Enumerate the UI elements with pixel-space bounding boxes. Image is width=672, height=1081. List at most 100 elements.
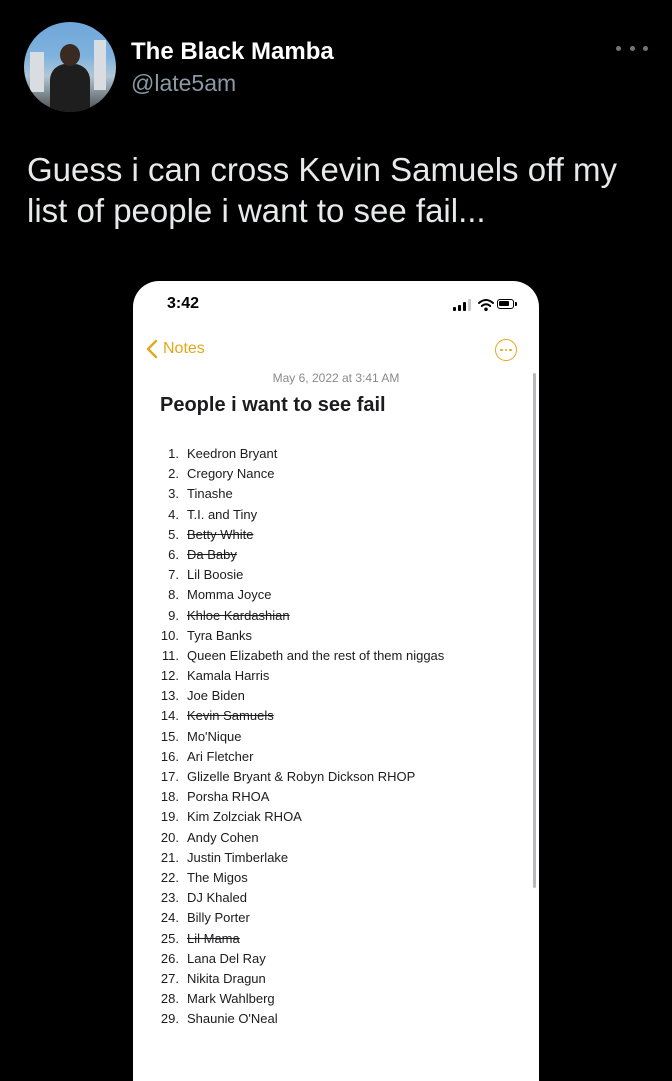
battery-nub — [515, 302, 517, 306]
battery-level — [499, 301, 509, 306]
list-item[interactable]: 5. Betty White — [153, 525, 533, 545]
list-item[interactable]: 4. T.I. and Tiny — [153, 505, 533, 525]
list-item-number: 12. — [160, 668, 179, 684]
list-item-number: 4. — [168, 506, 179, 522]
avatar-person-head — [60, 44, 80, 66]
list-item-text-struck: Kevin Samuels — [187, 708, 274, 724]
list-item-number: 20. — [160, 829, 179, 845]
list-item[interactable]: 12. Kamala Harris — [153, 666, 533, 686]
list-item-number: 23. — [160, 890, 179, 906]
status-icons — [453, 298, 517, 312]
ellipsis-horizontal-icon[interactable] — [616, 38, 648, 58]
list-item-number: 24. — [160, 910, 179, 926]
note-title[interactable]: People i want to see fail — [160, 394, 386, 417]
list-item-number: 28. — [160, 991, 179, 1007]
list-item-text: Shaunie O'Neal — [187, 1011, 278, 1027]
display-name[interactable]: The Black Mamba — [131, 38, 334, 66]
list-item[interactable]: 21. Justin Timberlake — [153, 848, 533, 868]
note-list[interactable]: 1. Keedron Bryant 2. Cregory Nance 3. Tinashe… — [153, 444, 533, 1029]
list-item-number: 5. — [168, 526, 179, 542]
list-item[interactable]: 13. Joe Biden — [153, 686, 533, 706]
list-item-text: Andy Cohen — [187, 829, 259, 845]
list-item[interactable]: 9. Khloe Kardashian — [153, 606, 533, 626]
signal-icon-bar — [468, 299, 471, 311]
avatar[interactable] — [24, 22, 116, 112]
list-item[interactable]: 7. Lil Boosie — [153, 565, 533, 585]
list-item-number: 9. — [168, 607, 179, 623]
list-item-text: Queen Elizabeth and the rest of them nig… — [187, 647, 445, 663]
list-item-number: 13. — [160, 688, 179, 704]
list-item[interactable]: 18. Porsha RHOA — [153, 787, 533, 807]
list-item-number: 18. — [160, 789, 179, 805]
list-item[interactable]: 11. Queen Elizabeth and the rest of them … — [153, 646, 533, 666]
list-item[interactable]: 22. The Migos — [153, 868, 533, 888]
list-item-text: T.I. and Tiny — [187, 506, 258, 522]
attached-screenshot[interactable]: 3:42 Notes May 6, 2022 at 3:41 AM People… — [133, 281, 539, 1081]
list-item-text: Glizelle Bryant & Robyn Dickson RHOP — [187, 769, 416, 784]
list-item-number: 1. — [168, 446, 179, 461]
list-item-text-struck: Lil Mama — [187, 930, 240, 946]
avatar-background-building — [30, 52, 44, 92]
list-item-text: Lana Del Ray — [187, 950, 266, 966]
list-item-text: Tyra Banks — [187, 627, 253, 643]
list-item-text: Mo'Nique — [187, 728, 242, 744]
note-date: May 6, 2022 at 3:41 AM — [272, 371, 400, 385]
battery-icon — [497, 299, 517, 309]
signal-icon-bar — [463, 302, 466, 311]
list-item-number: 21. — [160, 849, 179, 865]
list-item[interactable]: 23. DJ Khaled — [153, 888, 533, 908]
list-item[interactable]: 28. Mark Wahlberg — [153, 989, 533, 1009]
list-item-number: 29. — [160, 1011, 179, 1027]
list-item[interactable]: 27. Nikita Dragun — [153, 969, 533, 989]
wifi-icon — [478, 299, 494, 312]
list-item[interactable]: 16. Ari Fletcher — [153, 747, 533, 767]
dot — [616, 45, 621, 51]
list-item-number: 6. — [168, 546, 179, 562]
list-item[interactable]: 19. Kim Zolzciak RHOA — [153, 807, 533, 827]
list-item[interactable]: 2. Cregory Nance — [153, 464, 533, 484]
tweet-header: The Black Mamba @late5am — [24, 22, 648, 112]
dot — [509, 348, 512, 352]
list-item-number: 10. — [160, 627, 179, 643]
user-handle[interactable]: @late5am — [131, 70, 236, 97]
list-item[interactable]: 20. Andy Cohen — [153, 828, 533, 848]
list-item[interactable]: 14. Kevin Samuels — [153, 706, 533, 726]
list-item-text: Mark Wahlberg — [187, 991, 275, 1007]
list-item[interactable]: 8. Momma Joyce — [153, 585, 533, 605]
list-item-number: 3. — [168, 486, 179, 502]
list-item-text: Lil Boosie — [187, 567, 244, 583]
list-item-text: Tinashe — [187, 486, 233, 502]
list-item[interactable]: 29. Shaunie O'Neal — [153, 1009, 533, 1029]
list-item-text: Keedron Bryant — [187, 446, 278, 461]
list-item-number: 26. — [160, 950, 179, 966]
list-item[interactable]: 1. Keedron Bryant — [153, 444, 533, 464]
dot — [643, 45, 648, 51]
avatar-background-building — [94, 40, 106, 90]
list-item-text: Justin Timberlake — [187, 849, 289, 865]
signal-icon-bar — [453, 307, 456, 311]
list-item[interactable]: 26. Lana Del Ray — [153, 949, 533, 969]
chevron-left-icon — [146, 339, 158, 359]
list-item-number: 17. — [160, 769, 179, 784]
list-item-number: 15. — [160, 728, 179, 744]
list-item-text: DJ Khaled — [187, 890, 247, 906]
list-item-number: 11. — [161, 647, 179, 663]
list-item-text: The Migos — [187, 869, 248, 885]
list-item[interactable]: 10. Tyra Banks — [153, 626, 533, 646]
avatar-person-body — [50, 64, 90, 112]
list-item[interactable]: 17. Glizelle Bryant & Robyn Dickson RHOP — [153, 767, 533, 787]
more-options-icon[interactable] — [495, 339, 517, 361]
list-item-text: Ari Fletcher — [187, 748, 254, 764]
list-item[interactable]: 6. Da Baby — [153, 545, 533, 565]
dot — [504, 348, 508, 352]
back-button[interactable]: Notes — [145, 337, 205, 361]
list-item[interactable]: 24. Billy Porter — [153, 908, 533, 928]
list-item[interactable]: 15. Mo'Nique — [153, 727, 533, 747]
list-item-number: 22. — [160, 869, 179, 885]
list-item-number: 7. — [168, 567, 179, 583]
list-item[interactable]: 3. Tinashe — [153, 484, 533, 504]
list-item[interactable]: 25. Lil Mama — [153, 929, 533, 949]
scroll-indicator[interactable] — [533, 373, 536, 888]
list-item-number: 19. — [160, 809, 179, 825]
list-item-number: 16. — [160, 748, 179, 764]
